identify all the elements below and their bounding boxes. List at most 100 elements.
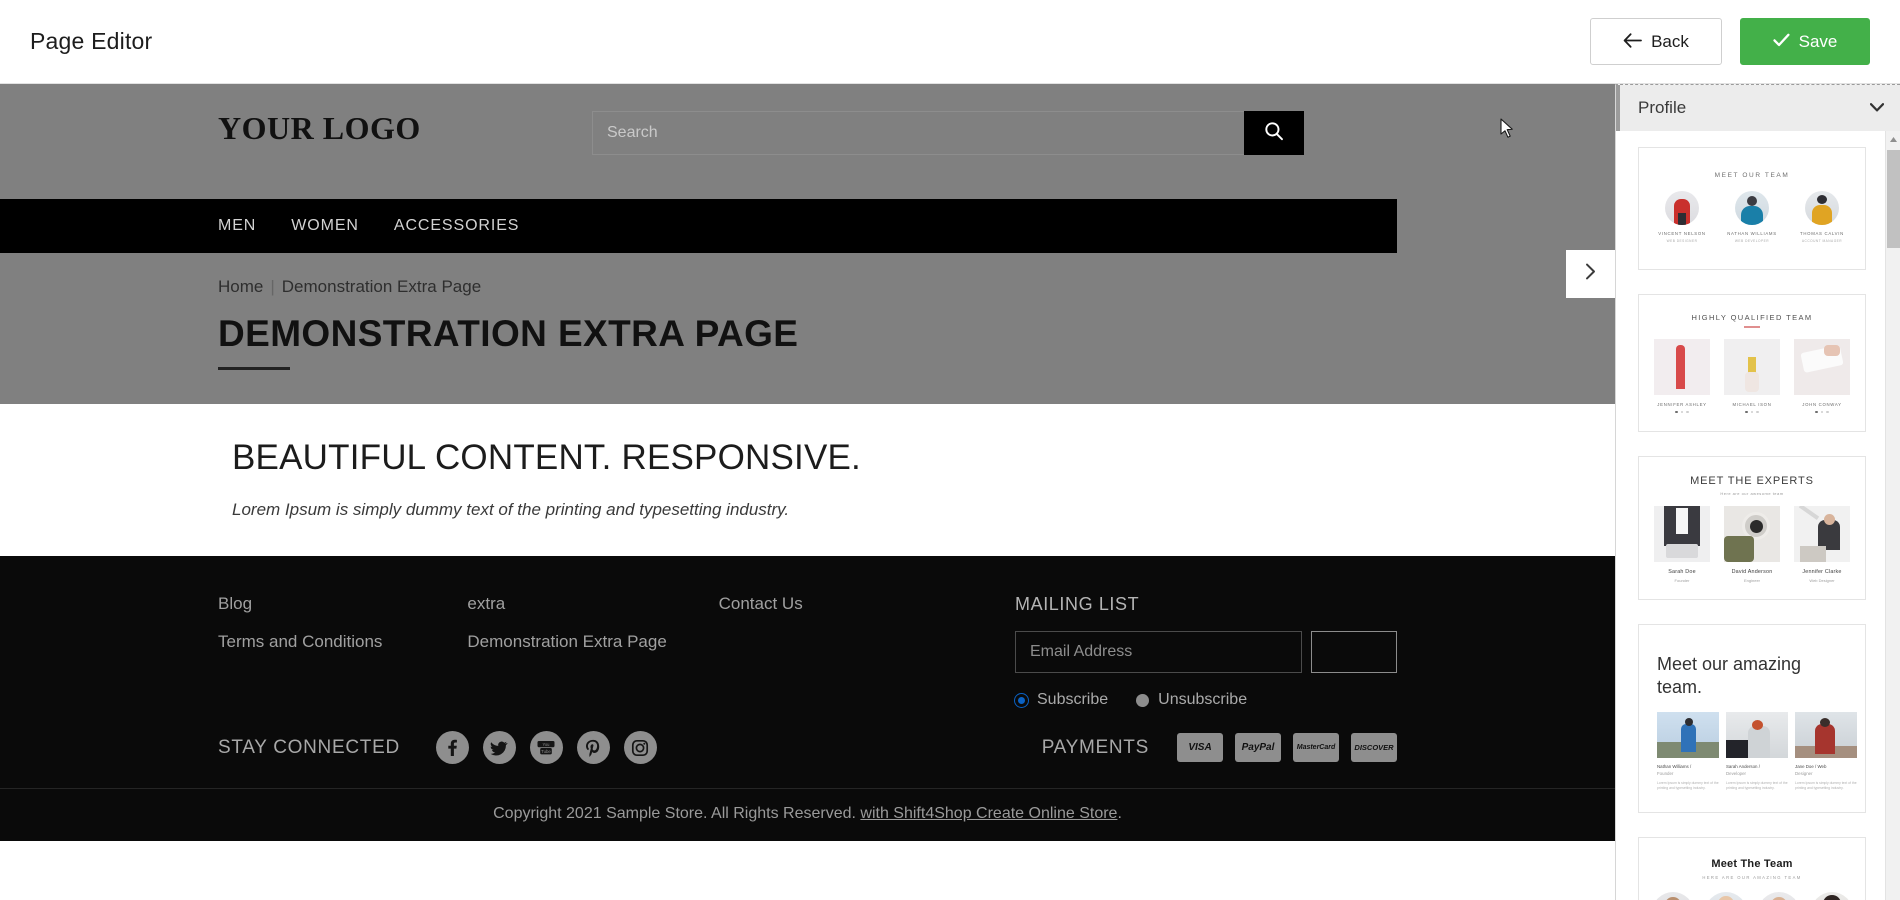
radio-unsubscribe[interactable]: Unsubscribe [1136,691,1247,709]
person: NATHAN WILLIAMS WEB DEVELOPER [1723,191,1781,243]
scrollbar-thumb[interactable] [1887,150,1900,248]
person-role: Founder [1657,770,1674,776]
card-people: JENNIFER ASHLEY MICHAEL ISON JOHN CONWAY [1651,338,1853,413]
nav-item-accessories[interactable]: ACCESSORIES [394,217,520,235]
template-card-meet-our-team[interactable]: MEET OUR TEAM VINCENT NELSON WEB DESIGNE… [1638,147,1866,270]
radio-unsubscribe-label: Unsubscribe [1158,691,1248,708]
page-preview: YOUR LOGO MEN WOMEN ACCESSORIES Home | Dem… [0,84,1615,900]
mailing-submit-button[interactable] [1311,631,1397,673]
mastercard-icon: MasterCard [1293,733,1339,762]
save-button[interactable]: Save [1740,18,1870,65]
sidebar-scrollbar[interactable] [1885,131,1900,900]
store-header-shaded: YOUR LOGO MEN WOMEN ACCESSORIES Home | Dem… [0,84,1615,404]
person-text: Lorem Ipsum is simply dummy text of the … [1657,780,1719,791]
breadcrumb-home[interactable]: Home [218,277,263,296]
sidebar-section-title: Profile [1638,98,1687,117]
footer-column-3: Contact Us [719,594,1015,709]
store-footer: Blog Terms and Conditions extra Demonstr… [0,556,1615,841]
chevron-right-icon [1584,263,1597,285]
person: JOHN CONWAY [1793,338,1851,413]
panel-collapse-tab[interactable] [1566,250,1615,298]
footer-link-blog[interactable]: Blog [218,594,467,614]
footer-column-1: Blog Terms and Conditions [218,594,467,709]
card-heading-rule [1744,326,1760,328]
avatar [1805,191,1839,225]
content-block: BEAUTIFUL CONTENT. RESPONSIVE. Lorem Ips… [0,404,1615,556]
visa-icon: VISA [1177,733,1223,762]
nav-item-women[interactable]: WOMEN [291,217,359,235]
instagram-icon[interactable] [623,731,657,764]
person-role: WEB DESIGNER [1666,239,1698,243]
nav-item-men[interactable]: MEN [218,217,256,235]
template-card-highly-qualified-team[interactable]: HIGHLY QUALIFIED TEAM JENNIFER ASHLEY MI… [1638,294,1866,432]
store-nav: MEN WOMEN ACCESSORIES [0,199,1397,253]
card-heading: Meet our amazing team. [1657,654,1802,697]
card-subheading: HERE ARE OUR AMAZING TEAM [1702,875,1802,881]
footer-link-demo-page[interactable]: Demonstration Extra Page [467,632,718,652]
footer-link-terms[interactable]: Terms and Conditions [218,632,467,652]
social-payments-row: STAY CONNECTED You Tube PAYMENTS VISA Pa… [0,709,1615,788]
person-name: VINCENT NELSON [1658,231,1706,236]
card-people: VINCENT NELSON WEB DESIGNER NATHAN WILLI… [1651,191,1853,243]
radio-unsubscribe-dot [1136,693,1150,707]
person-text: Lorem Ipsum is simply dummy text of the … [1795,780,1857,791]
youtube-icon[interactable]: You Tube [529,731,563,764]
shift4shop-link[interactable]: with Shift4Shop Create Online Store [860,805,1117,822]
person-role: Founder [1674,578,1690,583]
template-card-meet-our-amazing-team[interactable]: Meet our amazing team. Nathan Williams /… [1638,624,1866,814]
triangle-up-icon[interactable] [1886,131,1900,148]
pinterest-icon[interactable] [576,731,610,764]
check-icon [1772,33,1790,50]
person-name: Jane Doe / Web [1795,764,1827,769]
search-button[interactable] [1244,111,1304,155]
person-photo [1654,506,1710,562]
avatar [1810,892,1853,900]
store-header: YOUR LOGO [0,84,1615,199]
facebook-icon[interactable] [435,731,469,764]
person: David Smith CEO & Founder [1651,892,1694,900]
card-people: Nathan Williams / Founder Lorem Ipsum is… [1657,712,1857,792]
person-name: Jennifer Clarke [1802,569,1842,575]
card-people: David Smith CEO & Founder Mila Clarke Pr… [1651,892,1853,900]
chevron-down-icon[interactable] [1869,99,1885,117]
back-button[interactable]: Back [1590,18,1722,65]
store-search [592,111,1304,155]
template-card-meet-the-experts[interactable]: MEET THE EXPERTS Here are our awesome te… [1638,456,1866,600]
radio-subscribe-label: Subscribe [1037,691,1109,708]
twitter-icon[interactable] [482,731,516,764]
search-input[interactable] [592,111,1244,155]
person-name: JOHN CONWAY [1802,401,1842,407]
card-heading: MEET OUR TEAM [1714,172,1790,179]
app-top-bar: Page Editor Back Save [0,0,1900,84]
card-heading: MEET THE EXPERTS [1690,475,1814,487]
breadcrumb-current: Demonstration Extra Page [281,277,482,296]
footer-link-extra[interactable]: extra [467,594,718,614]
person-name: Sarah Anderson / [1726,764,1760,769]
person-photo [1724,506,1780,562]
profile-sidebar: Profile MEET OUR TEAM VINCENT NELSON WEB… [1615,84,1900,900]
person-photo [1654,338,1710,395]
radio-subscribe[interactable]: Subscribe [1015,691,1108,709]
footer-link-contact-us[interactable]: Contact Us [719,594,1015,614]
person-role: Designer [1795,770,1813,776]
avatar [1704,892,1747,900]
stay-connected-label: STAY CONNECTED [218,736,400,758]
person-role: ACCOUNT MANAGER [1801,239,1843,243]
person: THOMAS CALVIN ACCOUNT MANAGER [1793,191,1851,243]
person-photo [1795,712,1857,758]
person-photo [1724,338,1780,395]
copyright-text: Copyright 2021 Sample Store. All Rights … [493,805,861,822]
svg-text:You: You [543,742,550,747]
breadcrumb-separator: | [270,277,275,296]
mailing-list-title: MAILING LIST [1015,594,1140,614]
email-input[interactable] [1015,631,1302,673]
person: MICHAEL ISON [1723,338,1781,413]
card-people: Sarah Doe Founder David Anderson Enginee… [1651,506,1853,583]
sidebar-section-header-profile[interactable]: Profile [1616,85,1900,131]
person-name: THOMAS CALVIN [1800,231,1844,236]
person-role: WEB DEVELOPER [1734,239,1770,243]
mailing-list: MAILING LIST Subscribe Unsubscribe [1015,594,1397,709]
template-card-meet-the-team[interactable]: Meet The Team HERE ARE OUR AMAZING TEAM … [1638,837,1866,900]
person: Sarah Anderson / Developer Lorem Ipsum i… [1726,712,1788,792]
magnifier-icon [1264,121,1284,146]
